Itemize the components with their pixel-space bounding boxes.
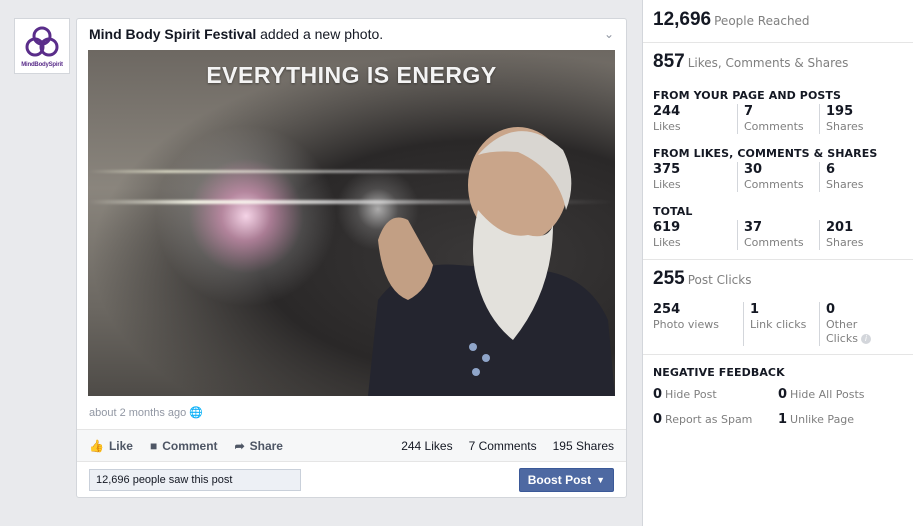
from-lcs-shares: 6 (826, 162, 836, 177)
engagement-label: Likes, Comments & Shares (687, 56, 849, 70)
hide-all-value: 0 (778, 387, 788, 402)
from-lcs-stats: 375 Likes 30 Comments 6 Shares (653, 162, 903, 192)
spam-value: 0 (653, 412, 663, 427)
likes-label: Likes (653, 236, 681, 249)
report-spam-stat: 0 Report as Spam (653, 412, 778, 427)
post-action-text: added a new photo. (256, 26, 384, 42)
page-avatar[interactable]: MindBodySpirit (14, 18, 70, 74)
negative-feedback-title: NEGATIVE FEEDBACK (653, 366, 785, 379)
total-title: TOTAL (653, 205, 693, 218)
globe-icon: 🌐 (189, 407, 203, 419)
post-header: Mind Body Spirit Festival added a new ph… (89, 26, 596, 42)
people-reached-label: People Reached (714, 14, 810, 28)
share-button[interactable]: ➦ Share (235, 439, 283, 453)
comments-count-link[interactable]: 7 Comments (469, 439, 537, 453)
caret-down-icon: ▼ (596, 475, 605, 485)
share-label: Share (249, 438, 283, 453)
unlike-value: 1 (778, 412, 788, 427)
post-author-link[interactable]: Mind Body Spirit Festival (89, 26, 256, 42)
post-action-bar: 👍 Like ■ Comment ➦ Share 244 Likes 7 Com… (77, 429, 626, 462)
post-clicks-value: 255 (653, 268, 685, 289)
hide-all-label: Hide All Posts (790, 388, 865, 401)
shares-label: Shares (826, 178, 864, 191)
unlike-page-stat: 1 Unlike Page (778, 412, 903, 427)
link-clicks-label: Link clicks (750, 318, 807, 331)
comment-button[interactable]: ■ Comment (150, 439, 218, 453)
post-counts: 244 Likes 7 Comments 195 Shares (385, 439, 614, 453)
photo-views-value: 254 (653, 302, 681, 317)
likes-label: Likes (653, 178, 681, 191)
shares-label: Shares (826, 120, 864, 133)
negative-feedback-section: NEGATIVE FEEDBACK 0 Hide Post 0 Hide All P… (643, 355, 913, 427)
triquetra-logo-icon (25, 26, 59, 56)
info-icon[interactable]: i (860, 334, 871, 344)
engagement-value: 857 (653, 51, 685, 72)
post-insights-panel: 12,696 People Reached 857 Likes, Comments … (642, 0, 913, 526)
link-clicks-value: 1 (750, 302, 760, 317)
like-button[interactable]: 👍 Like (89, 439, 133, 453)
thumbs-up-icon: 👍 (89, 438, 104, 453)
other-clicks-label: Other (826, 318, 858, 331)
from-page-likes: 244 (653, 104, 681, 119)
hide-post-label: Hide Post (665, 388, 717, 401)
comment-icon: ■ (149, 438, 158, 453)
from-lcs-comments: 30 (744, 162, 763, 177)
from-page-shares: 195 (826, 104, 854, 119)
engagement-section: 857 Likes, Comments & Shares FROM YOUR PA… (643, 43, 913, 260)
other-clicks-value: 0 (826, 302, 836, 317)
hide-post-value: 0 (653, 387, 663, 402)
chevron-down-icon[interactable]: ⌄ (604, 27, 614, 41)
total-stats: 619 Likes 37 Comments 201 Shares (653, 220, 903, 250)
hide-all-posts-stat: 0 Hide All Posts (778, 387, 903, 402)
post-footer: 12,696 people saw this post Boost Post ▼ (77, 462, 626, 498)
share-arrow-icon: ➦ (234, 438, 245, 453)
post-clicks-label: Post Clicks (687, 273, 752, 287)
photo-caption: EVERYTHING IS ENERGY (206, 62, 497, 88)
from-lcs-likes: 375 (653, 162, 681, 177)
people-reached-value: 12,696 (653, 9, 712, 30)
comments-label: Comments (744, 178, 804, 191)
from-page-comments: 7 (744, 104, 754, 119)
total-comments: 37 (744, 220, 763, 235)
shares-label: Shares (826, 236, 864, 249)
total-likes: 619 (653, 220, 681, 235)
post-timestamp[interactable]: about 2 months ago 🌐 (89, 406, 203, 419)
elder-man-illustration (368, 127, 615, 396)
boost-post-label: Boost Post (527, 473, 592, 487)
comments-label: Comments (744, 120, 804, 133)
post-card: Mind Body Spirit Festival added a new ph… (76, 18, 627, 498)
likes-count-link[interactable]: 244 Likes (401, 439, 452, 453)
comment-label: Comment (162, 438, 218, 453)
post-photo[interactable]: EVERYTHING IS ENERGY (88, 50, 615, 396)
total-shares: 201 (826, 220, 854, 235)
from-page-title: FROM YOUR PAGE AND POSTS (653, 89, 842, 102)
photo-views-label: Photo views (653, 318, 719, 331)
comments-label: Comments (744, 236, 804, 249)
negative-feedback-grid: 0 Hide Post 0 Hide All Posts 0 Report as Sp… (653, 387, 903, 427)
reach-section: 12,696 People Reached (643, 0, 913, 43)
other-clicks-label-2: Clicks (826, 332, 858, 345)
hide-post-stat: 0 Hide Post (653, 387, 778, 402)
likes-label: Likes (653, 120, 681, 133)
boost-post-button[interactable]: Boost Post ▼ (518, 468, 614, 492)
click-breakdown: 254 Photo views 1 Link clicks 0 Other Clicks… (653, 302, 903, 346)
spam-label: Report as Spam (665, 413, 753, 426)
shares-count-link[interactable]: 195 Shares (553, 439, 614, 453)
logo-text: MindBodySpirit (21, 61, 63, 68)
post-reach-box[interactable]: 12,696 people saw this post (89, 469, 301, 491)
timestamp-text: about 2 months ago (89, 407, 187, 419)
clicks-section: 255 Post Clicks 254 Photo views 1 Link clic… (643, 260, 913, 355)
unlike-label: Unlike Page (790, 413, 855, 426)
from-page-stats: 244 Likes 7 Comments 195 Shares (653, 104, 903, 134)
like-label: Like (108, 438, 133, 453)
from-lcs-title: FROM LIKES, COMMENTS & SHARES (653, 147, 878, 160)
